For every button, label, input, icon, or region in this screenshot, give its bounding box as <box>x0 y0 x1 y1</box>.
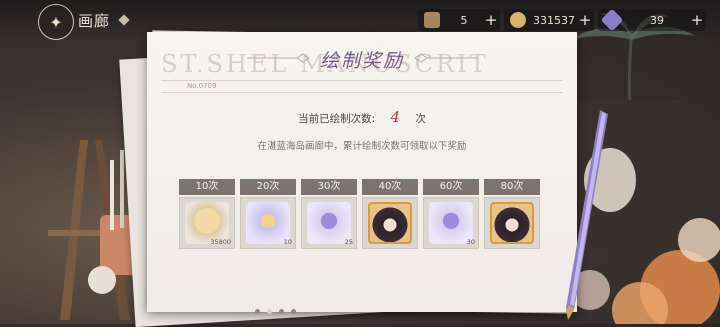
character-portrait-icon <box>368 202 412 244</box>
reward-slot-frame: 25 <box>301 197 357 249</box>
reward-threshold-label: 60次 <box>423 179 479 195</box>
reward-quantity: 35800 <box>210 238 231 246</box>
resource-character: 5 + <box>418 9 500 31</box>
resource-coin: 331537 + <box>504 9 594 31</box>
panel-title: 绘制奖励 <box>319 50 404 72</box>
add-gem-button[interactable]: + <box>688 11 706 29</box>
reward-slot-frame <box>362 197 418 249</box>
reward-item[interactable]: 30次 25 <box>301 179 357 249</box>
back-arrow-icon: ✦ <box>49 12 63 32</box>
draw-reward-panel: ST.SHEL MANUSCRIT 绘制奖励 No.0709 当前已绘制次数: … <box>147 32 577 312</box>
page-title: 画廊 <box>78 11 111 30</box>
reward-threshold-label: 40次 <box>362 179 418 195</box>
reward-threshold-label: 80次 <box>484 179 540 195</box>
reward-item[interactable]: 20次 10 <box>240 179 296 249</box>
reward-quantity: 25 <box>344 238 353 246</box>
reward-item[interactable]: 80次 <box>484 179 540 249</box>
resource-value: 39 <box>650 13 664 27</box>
gem-icon <box>600 8 624 32</box>
draw-count-unit: 次 <box>415 113 426 125</box>
add-character-button[interactable]: + <box>482 11 500 29</box>
reward-slot-frame: 30 <box>423 197 479 249</box>
character-portrait-icon <box>490 202 534 244</box>
reward-threshold-label: 20次 <box>240 179 296 195</box>
reward-quantity: 30 <box>466 238 475 246</box>
page-dot[interactable] <box>291 309 296 314</box>
diamond-icon <box>118 14 130 26</box>
reward-quantity: 10 <box>283 238 292 246</box>
reward-description: 在湛蓝海岛画廊中，累计绘制次数可领取以下奖励 <box>257 141 467 152</box>
title-flourish-right-icon <box>415 53 477 63</box>
draw-count-value: 4 <box>390 108 401 126</box>
reward-list: 10次 35800 20次 10 30次 25 40次 60次 30 80次 <box>179 179 579 249</box>
reward-item[interactable]: 10次 35800 <box>179 179 235 249</box>
resource-gem: 39 + <box>598 8 706 32</box>
reward-slot-frame: 35800 <box>179 197 235 249</box>
document-number: No.0709 <box>187 82 217 90</box>
back-button[interactable]: ✦ <box>38 4 74 40</box>
coin-icon <box>510 12 526 28</box>
page-indicator <box>255 309 296 314</box>
resource-value: 5 <box>460 13 468 27</box>
reward-item[interactable]: 60次 30 <box>423 179 479 249</box>
draw-count-label: 当前已绘制次数: <box>298 113 376 125</box>
character-icon <box>424 12 440 28</box>
reward-slot-frame <box>484 197 540 249</box>
divider <box>161 80 563 81</box>
reward-threshold-label: 10次 <box>179 179 235 195</box>
fountain-pen-icon <box>566 110 608 320</box>
reward-threshold-label: 30次 <box>301 179 357 195</box>
page-dot[interactable] <box>279 309 284 314</box>
page-dot[interactable] <box>255 309 260 314</box>
page-header: 画廊 <box>78 8 166 32</box>
divider <box>161 92 563 93</box>
reward-item[interactable]: 40次 <box>362 179 418 249</box>
reward-slot-frame: 10 <box>240 197 296 249</box>
page-dot-active[interactable] <box>267 309 272 314</box>
add-coin-button[interactable]: + <box>576 11 594 29</box>
resource-value: 331537 <box>533 13 575 27</box>
draw-count-line: 当前已绘制次数: 4 次 <box>147 108 577 126</box>
